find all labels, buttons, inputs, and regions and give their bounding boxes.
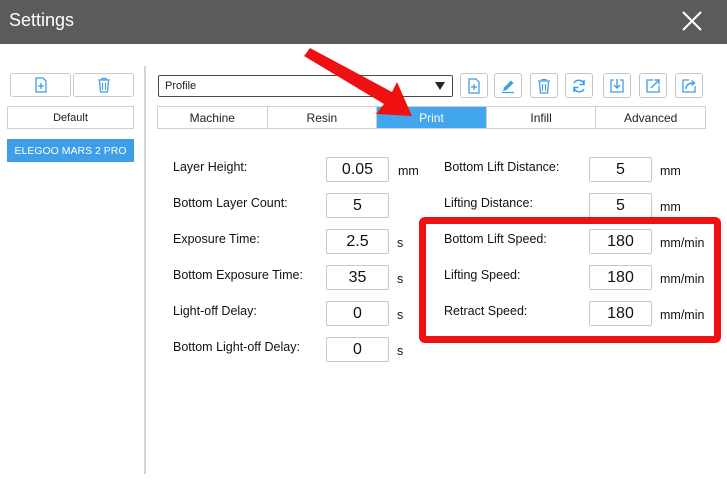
add-file-icon [34,77,47,93]
bottom-lift-speed-label: Bottom Lift Speed: [444,232,547,246]
tab-resin[interactable]: Resin [267,107,378,128]
settings-tabs: Machine Resin Print Infill Advanced [157,106,706,129]
bottom-lift-speed-unit: mm/min [660,236,705,250]
bottom-lift-speed-input[interactable]: 180 [589,229,652,254]
refresh-icon [573,78,585,93]
tab-machine[interactable]: Machine [158,107,268,128]
tab-print[interactable]: Print [377,107,487,128]
bottom-lift-distance-unit: mm [660,164,681,178]
reset-profile-button[interactable] [565,73,593,98]
exposure-time-unit: s [397,236,404,250]
retract-speed-label: Retract Speed: [444,304,528,318]
profile-select-value: Profile [165,80,197,92]
bottom-light-off-delay-label: Bottom Light-off Delay: [173,340,300,354]
bottom-exposure-time-input[interactable]: 35 [326,265,389,290]
sidebar-item-elegoo-mars-2-pro[interactable]: ELEGOO MARS 2 PRO [7,139,134,162]
bottom-exposure-time-label: Bottom Exposure Time: [173,268,303,282]
share-profile-button[interactable] [675,73,703,98]
trash-icon [97,77,110,93]
bottom-light-off-delay-input[interactable]: 0 [326,337,389,362]
title-bar: Settings [0,0,727,44]
add-file-icon [468,77,480,94]
bottom-lift-distance-input[interactable]: 5 [589,157,652,182]
exposure-time-label: Exposure Time: [173,232,260,246]
delete-profile-button[interactable] [530,73,558,98]
edit-profile-button[interactable] [494,73,522,98]
layer-height-label: Layer Height: [173,160,248,174]
lifting-speed-input[interactable]: 180 [589,265,652,290]
lifting-distance-label: Lifting Distance: [444,196,533,210]
retract-speed-unit: mm/min [660,308,705,322]
window-title: Settings [9,10,75,30]
export-icon [646,78,660,93]
bottom-layer-count-input[interactable]: 5 [326,193,389,218]
vertical-divider [144,66,146,474]
profile-select[interactable]: Profile [158,75,453,97]
layer-height-input[interactable]: 0.05 [326,157,389,182]
lifting-speed-label: Lifting Speed: [444,268,521,282]
tab-advanced[interactable]: Advanced [596,107,705,128]
add-profile-button[interactable] [460,73,488,98]
layer-height-unit: mm [398,164,419,178]
exposure-time-input[interactable]: 2.5 [326,229,389,254]
lifting-distance-unit: mm [660,200,681,214]
light-off-delay-label: Light-off Delay: [173,304,257,318]
sidebar-item-default[interactable]: Default [7,106,134,129]
trash-icon [538,78,550,94]
import-profile-button[interactable] [603,73,631,98]
light-off-delay-unit: s [397,308,404,322]
chevron-down-icon [435,82,445,90]
bottom-lift-distance-label: Bottom Lift Distance: [444,160,560,174]
bottom-layer-count-label: Bottom Layer Count: [173,196,288,210]
sidebar-delete-button[interactable] [73,73,134,97]
lifting-distance-input[interactable]: 5 [589,193,652,218]
sidebar-item-label: ELEGOO MARS 2 PRO [14,144,127,157]
pencil-icon [502,80,514,93]
import-icon [610,78,624,93]
close-icon[interactable] [680,9,704,33]
light-off-delay-input[interactable]: 0 [326,301,389,326]
export-profile-button[interactable] [639,73,667,98]
tab-infill[interactable]: Infill [486,107,597,128]
share-icon [682,78,696,93]
sidebar-add-button[interactable] [10,73,71,97]
lifting-speed-unit: mm/min [660,272,705,286]
retract-speed-input[interactable]: 180 [589,301,652,326]
bottom-light-off-delay-unit: s [397,344,404,358]
bottom-exposure-time-unit: s [397,272,404,286]
sidebar-item-label: Default [53,111,88,124]
